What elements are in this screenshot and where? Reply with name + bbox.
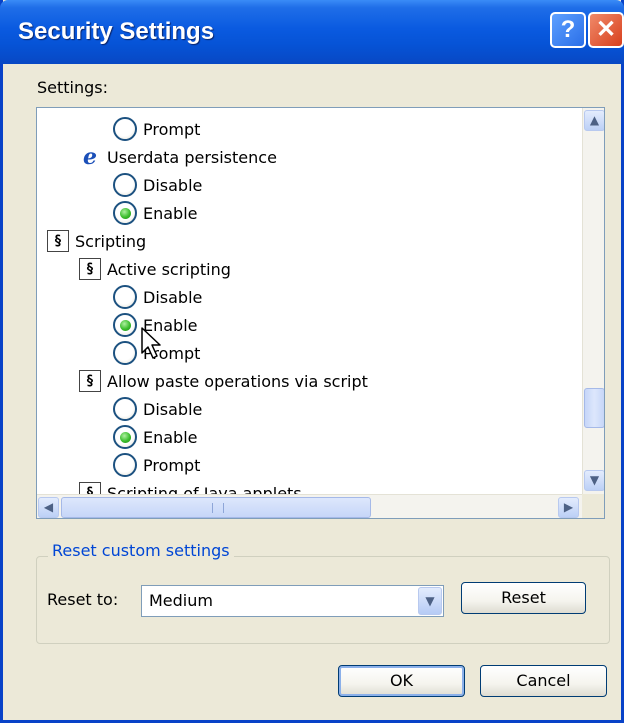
tree-content: Prompt e Userdata persistence Disable En…: [37, 108, 582, 494]
option-row[interactable]: Prompt: [113, 451, 200, 479]
enable-radio[interactable]: [113, 425, 137, 449]
disable-radio[interactable]: [113, 173, 137, 197]
setting-label: Active scripting: [107, 259, 231, 279]
settings-label: Settings:: [37, 78, 109, 97]
setting-label: Scripting: [75, 231, 147, 251]
ie-icon: e: [83, 144, 97, 170]
reset-group-title: Reset custom settings: [48, 541, 234, 560]
option-row[interactable]: Disable: [113, 171, 202, 199]
enable-radio[interactable]: [113, 313, 137, 337]
option-row[interactable]: Disable: [113, 395, 202, 423]
vertical-scroll-thumb[interactable]: [584, 388, 604, 428]
setting-header: § Scripting: [47, 227, 146, 255]
scroll-down-icon[interactable]: ▼: [584, 470, 604, 491]
option-label: Enable: [143, 203, 198, 223]
horizontal-scroll-thumb[interactable]: [61, 497, 371, 518]
enable-radio[interactable]: [113, 201, 137, 225]
option-label: Disable: [143, 175, 203, 195]
option-row[interactable]: Enable: [113, 199, 198, 227]
chevron-down-icon[interactable]: ▼: [418, 587, 442, 615]
option-label: Prompt: [143, 455, 201, 475]
reset-to-label: Reset to:: [47, 590, 119, 609]
option-row[interactable]: Enable: [113, 423, 198, 451]
ok-button[interactable]: OK: [338, 665, 465, 697]
setting-label: Allow paste operations via script: [107, 371, 368, 391]
prompt-radio[interactable]: [113, 453, 137, 477]
scroll-up-icon[interactable]: ▲: [584, 110, 604, 131]
window-title: Security Settings: [18, 18, 215, 45]
script-icon: §: [47, 230, 69, 252]
vertical-scrollbar[interactable]: ▲ ▼: [582, 108, 604, 494]
script-icon: §: [79, 482, 101, 494]
scroll-corner: [582, 494, 604, 518]
setting-header: § Scripting of Java applets: [79, 479, 302, 494]
setting-header: § Active scripting: [79, 255, 231, 283]
setting-header: § Allow paste operations via script: [79, 367, 368, 395]
reset-level-dropdown[interactable]: Medium ▼: [141, 585, 444, 617]
reset-level-value: Medium: [149, 591, 213, 610]
option-row[interactable]: Disable: [113, 283, 202, 311]
disable-radio[interactable]: [113, 285, 137, 309]
security-settings-dialog: Security Settings ? ✕ Settings: Prompt e…: [0, 0, 624, 723]
disable-radio[interactable]: [113, 397, 137, 421]
prompt-radio[interactable]: [113, 117, 137, 141]
scroll-right-icon[interactable]: ▶: [558, 497, 579, 518]
setting-label: Userdata persistence: [107, 147, 277, 167]
tree-viewport: Prompt e Userdata persistence Disable En…: [37, 108, 582, 494]
option-label: Disable: [143, 287, 203, 307]
script-icon: §: [79, 370, 101, 392]
close-button[interactable]: ✕: [588, 12, 624, 48]
option-label: Disable: [143, 399, 203, 419]
title-bar[interactable]: Security Settings ? ✕: [0, 0, 624, 64]
script-icon: §: [79, 258, 101, 280]
setting-label: Scripting of Java applets: [107, 483, 302, 495]
scroll-grip-icon: [212, 503, 224, 513]
option-row[interactable]: Prompt: [113, 115, 200, 143]
cancel-button[interactable]: Cancel: [480, 665, 607, 697]
prompt-radio[interactable]: [113, 341, 137, 365]
setting-header: e Userdata persistence: [79, 143, 277, 171]
reset-button[interactable]: Reset: [461, 582, 586, 614]
option-label: Prompt: [143, 119, 201, 139]
horizontal-scrollbar[interactable]: ◀ ▶: [37, 494, 604, 518]
option-label: Enable: [143, 427, 198, 447]
mouse-cursor-icon: [141, 327, 161, 359]
settings-list: Prompt e Userdata persistence Disable En…: [36, 107, 605, 519]
help-button[interactable]: ?: [550, 12, 586, 48]
scroll-left-icon[interactable]: ◀: [38, 497, 59, 518]
